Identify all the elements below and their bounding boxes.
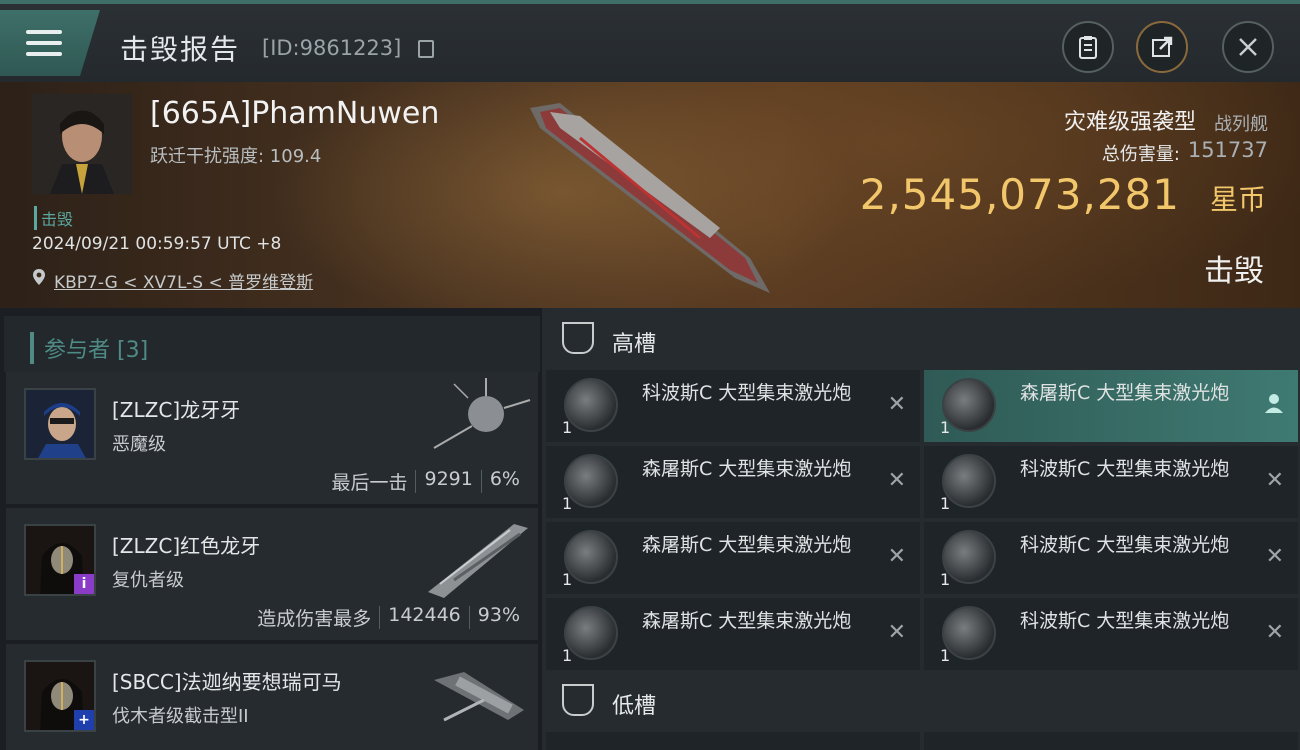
destroyed-icon: ✕ [887, 392, 906, 417]
kill-status: 击毁 [1204, 254, 1264, 289]
victim-ship-category: 战列舰 [1214, 114, 1268, 135]
high-slot-header: 高槽 [542, 308, 1300, 368]
kill-datetime: 2024/09/21 00:59:57 UTC +8 [32, 234, 282, 254]
fitting-panel: 高槽 1 科波斯C 大型集束激光炮 ✕ 1 森屠斯C 大型集束激光炮 1 森屠斯… [542, 308, 1300, 750]
module-quantity: 1 [562, 570, 573, 589]
participant-row[interactable]: [ZLZC]龙牙牙 恶魔级 最后一击 9291 6% [6, 372, 538, 504]
participant-avatar[interactable] [24, 388, 96, 460]
participants-title: 参与者 [3] [30, 332, 148, 364]
isk-value: 2,545,073,281 [859, 170, 1180, 219]
participant-ship-image [428, 524, 528, 598]
share-icon [1152, 36, 1173, 57]
module-item[interactable]: 1 科波斯C 大型集束激光炮 ✕ [924, 598, 1298, 670]
close-button[interactable] [1222, 21, 1274, 73]
destroyed-icon: ✕ [1265, 620, 1284, 645]
module-name: 科波斯C 大型集束激光炮 [642, 382, 852, 404]
clipboard-icon [1079, 36, 1097, 59]
participant-row[interactable]: i [ZLZC]红色龙牙 复仇者级 造成伤害最多 142446 93% [6, 508, 538, 640]
participant-ship-image [433, 378, 531, 449]
victim-portrait[interactable] [32, 94, 132, 194]
high-slot-label: 高槽 [612, 332, 657, 357]
module-item[interactable]: 1 森屠斯C 大型集束激光炮 [924, 370, 1298, 442]
kill-location-link[interactable]: KBP7-G < XV7L-S < 普罗维登斯 [54, 268, 313, 293]
module-name: 森屠斯C 大型集束激光炮 [1020, 382, 1230, 404]
participant-badge: i [74, 574, 94, 594]
warp-disrupt-strength: 跃迁干扰强度: 109.4 [150, 146, 322, 167]
low-slot-label: 低槽 [612, 694, 657, 719]
module-name: 科波斯C 大型集束激光炮 [1020, 534, 1230, 556]
participant-damage: 142446 [388, 604, 461, 626]
participants-header: 参与者 [3] [4, 316, 540, 372]
module-item[interactable] [546, 732, 920, 750]
participant-ship: 恶魔级 [112, 434, 166, 455]
participant-avatar[interactable]: + [24, 660, 96, 732]
victim-panel: [665A]PhamNuwen 跃迁干扰强度: 109.4 击毁 2024/09… [0, 82, 1300, 308]
victim-ship-image[interactable] [520, 98, 780, 298]
close-icon [1239, 38, 1257, 56]
high-slot-icon [562, 322, 594, 354]
participant-name[interactable]: [SBCC]法迦纳要想瑞可马 [112, 666, 342, 695]
participant-damage: 9291 [424, 468, 473, 490]
destroyed-icon: ✕ [887, 544, 906, 569]
participant-stat-label: 造成伤害最多 [257, 608, 372, 630]
participant-stats: 最后一击 9291 6% [323, 468, 528, 495]
module-item[interactable]: 1 森屠斯C 大型集束激光炮 ✕ [546, 522, 920, 594]
victim-name[interactable]: [665A]PhamNuwen [150, 96, 439, 131]
menu-button[interactable] [0, 10, 100, 76]
low-slot-header: 低槽 [542, 670, 1300, 730]
module-quantity: 1 [940, 570, 951, 589]
module-name: 森屠斯C 大型集束激光炮 [642, 610, 852, 632]
participant-percent: 6% [489, 468, 520, 490]
victim-ship-name: 灾难级强袭型 [1063, 110, 1196, 135]
participant-name[interactable]: [ZLZC]红色龙牙 [112, 530, 260, 559]
destroyed-icon: ✕ [887, 620, 906, 645]
participant-name[interactable]: [ZLZC]龙牙牙 [112, 394, 240, 423]
module-item[interactable]: 1 科波斯C 大型集束激光炮 ✕ [546, 370, 920, 442]
module-item[interactable]: 1 森屠斯C 大型集束激光炮 ✕ [546, 446, 920, 518]
kill-tag: 击毁 [34, 206, 73, 230]
clipboard-button[interactable] [1062, 21, 1114, 73]
isk-unit: 星币 [1209, 183, 1266, 216]
module-quantity: 1 [940, 494, 951, 513]
module-item[interactable]: 1 森屠斯C 大型集束激光炮 ✕ [546, 598, 920, 670]
participant-row[interactable]: + [SBCC]法迦纳要想瑞可马 伐木者级截击型II [6, 644, 538, 750]
module-quantity: 1 [562, 646, 573, 665]
total-damage-label: 总伤害量: [1101, 144, 1180, 165]
kill-id: [ID:9861223] [262, 36, 402, 60]
total-damage-value: 151737 [1187, 138, 1268, 162]
module-item[interactable]: 1 科波斯C 大型集束激光炮 ✕ [924, 522, 1298, 594]
destroyed-icon: ✕ [1265, 468, 1284, 493]
participant-percent: 93% [477, 604, 520, 626]
participant-stats: 造成伤害最多 142446 93% [249, 604, 528, 631]
participants-panel: 参与者 [3] [ZLZC]龙牙牙 恶魔级 最后一击 9291 6% i [ZL… [0, 308, 540, 750]
module-name: 森屠斯C 大型集束激光炮 [642, 534, 852, 556]
participant-stat-label: 最后一击 [331, 472, 408, 494]
low-slot-icon [562, 684, 594, 716]
participant-badge: + [74, 710, 94, 730]
top-bar: 击毁报告 [ID:9861223] [0, 0, 1300, 82]
participant-ship-image [434, 672, 524, 722]
destroyed-icon: ✕ [887, 468, 906, 493]
destroyed-icon: ✕ [1265, 544, 1284, 569]
participant-avatar[interactable]: i [24, 524, 96, 596]
hamburger-icon [26, 30, 62, 56]
location-pin-icon [33, 269, 45, 285]
module-quantity: 1 [562, 418, 573, 437]
page-title: 击毁报告 [120, 33, 241, 66]
module-quantity: 1 [940, 418, 951, 437]
module-item[interactable]: 1 科波斯C 大型集束激光炮 ✕ [924, 446, 1298, 518]
copy-icon[interactable] [418, 40, 434, 58]
module-name: 科波斯C 大型集束激光炮 [1020, 610, 1230, 632]
module-quantity: 1 [940, 646, 951, 665]
share-button[interactable] [1136, 21, 1188, 73]
user-icon [1265, 394, 1283, 413]
participant-ship: 复仇者级 [112, 570, 184, 591]
participant-ship: 伐木者级截击型II [112, 706, 249, 727]
module-name: 科波斯C 大型集束激光炮 [1020, 458, 1230, 480]
module-name: 森屠斯C 大型集束激光炮 [642, 458, 852, 480]
module-item[interactable] [924, 732, 1298, 750]
module-quantity: 1 [562, 494, 573, 513]
